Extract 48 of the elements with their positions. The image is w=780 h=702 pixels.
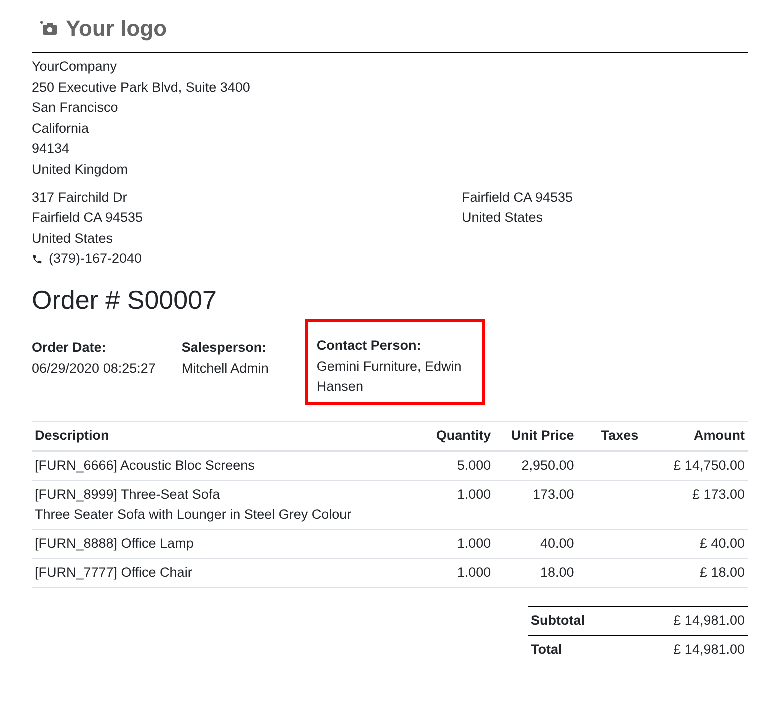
table-cell: 1.000 xyxy=(420,558,494,588)
table-cell: 1.000 xyxy=(420,529,494,558)
order-title: Order # S00007 xyxy=(32,284,218,316)
table-cell: 173.00 xyxy=(494,480,578,530)
product-note: Three Seater Sofa with Lounger in Steel Grey Colour xyxy=(35,506,353,524)
shipping-address-line: United States xyxy=(462,209,544,228)
info-value: Mitchell Admin xyxy=(182,360,269,378)
company-address-line: 250 Executive Park Blvd, Suite 3400 xyxy=(32,78,252,97)
column-header: Quantity xyxy=(420,421,494,451)
table-cell: 2,950.00 xyxy=(494,450,578,480)
column-header: Description xyxy=(32,421,421,451)
total-label: Subtotal xyxy=(531,612,585,630)
table-cell: 1.000 xyxy=(420,480,494,530)
product-name: [FURN_8888] Office Lamp xyxy=(35,534,195,553)
total-value: £ 14,981.00 xyxy=(674,640,745,659)
total-value: £ 14,981.00 xyxy=(674,612,745,630)
column-header: Amount xyxy=(654,421,748,451)
customer-address-line: 317 Fairchild Dr xyxy=(32,188,128,207)
customer-address-line: United States xyxy=(32,230,114,248)
table-cell: £ 173.00 xyxy=(654,480,748,530)
camera-icon xyxy=(40,20,58,36)
info-value: 06/29/2020 08:25:27 xyxy=(32,360,156,378)
shipping-address-line: Fairfield CA 94535 xyxy=(462,188,574,207)
info-label: Salesperson: xyxy=(182,338,268,357)
product-name: [FURN_7777] Office Chair xyxy=(35,564,194,582)
info-label: Contact Person: xyxy=(316,336,422,355)
table-cell: £ 14,750.00 xyxy=(654,450,748,480)
product-name: [FURN_8999] Three-Seat Sofa xyxy=(35,486,222,504)
phone-icon xyxy=(32,254,43,266)
info-label: Order Date: xyxy=(32,338,108,357)
phone-number: (379)-167-2040 xyxy=(49,250,142,268)
column-header: Taxes xyxy=(577,421,655,451)
company-address-line: California xyxy=(32,120,90,138)
company-address-line: YourCompany xyxy=(32,58,118,76)
logo-text: Your logo xyxy=(66,14,168,43)
product-name: [FURN_6666] Acoustic Bloc Screens xyxy=(35,456,256,475)
company-address-line: San Francisco xyxy=(32,99,120,118)
company-address-line: 94134 xyxy=(32,140,71,158)
column-header: Unit Price xyxy=(494,421,578,451)
table-cell: £ 40.00 xyxy=(654,529,748,558)
info-value: Gemini Furniture, Edwin Hansen xyxy=(316,358,463,396)
company-address-line: United Kingdom xyxy=(32,160,130,179)
table-cell: 18.00 xyxy=(494,558,578,588)
total-label: Total xyxy=(531,640,562,659)
table-cell: 40.00 xyxy=(494,529,578,558)
table-cell: £ 18.00 xyxy=(654,558,748,588)
table-cell: 5.000 xyxy=(420,450,494,480)
customer-address-line: Fairfield CA 94535 xyxy=(32,209,144,228)
